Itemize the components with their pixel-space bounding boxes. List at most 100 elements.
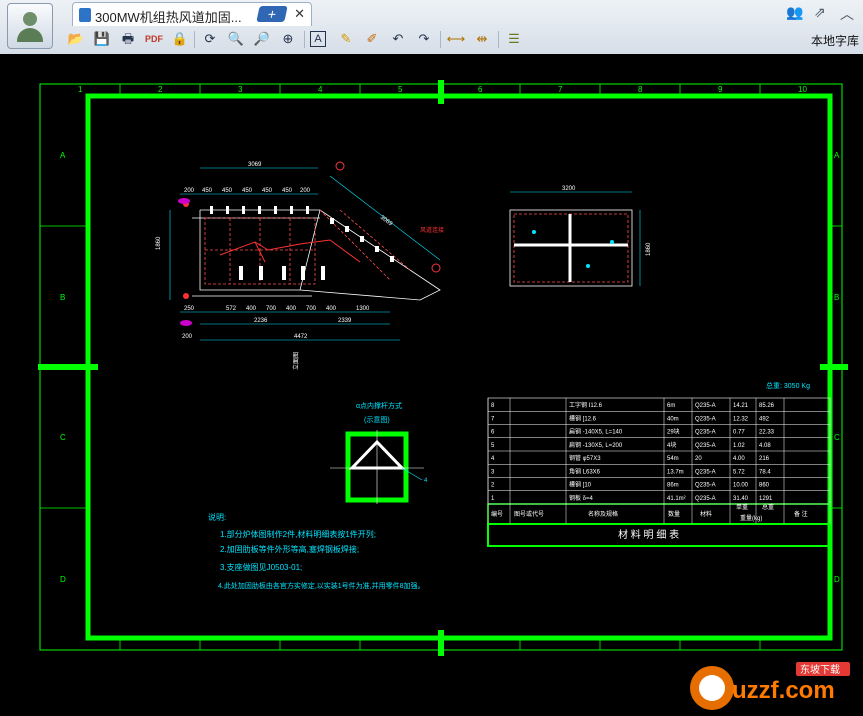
dim-text: 450: [222, 188, 233, 194]
pdf-icon[interactable]: PDF: [144, 29, 164, 49]
grid-col-label: 2: [158, 85, 163, 94]
table-cell: 4块: [667, 441, 676, 449]
detail-subtitle: (示意图): [364, 415, 390, 424]
grid-col-label: 10: [798, 85, 807, 94]
dim-text: 400: [326, 306, 337, 312]
table-cell: Q235-A: [695, 483, 716, 489]
users-icon[interactable]: 👥: [786, 4, 803, 21]
note-item: 4.此处加固肋板由各官方实修定,以实装1号件为准,并用零件8加强。: [218, 581, 425, 590]
toolbar-separator: [498, 31, 499, 48]
table-header: 图号或代号: [514, 510, 544, 518]
redo-icon[interactable]: ↷: [414, 29, 434, 49]
elevation-view: 3069 200 450 450 450 450 450 200 572 400…: [156, 161, 444, 370]
layers-icon[interactable]: ☰: [504, 29, 524, 49]
table-cell: 22.33: [759, 430, 775, 436]
grid-row-label: A: [834, 151, 840, 160]
notes: 说明: 1.部分炉体图制作2件,材料明细表按1件开列; 2.加固肋板等件外形等高…: [208, 512, 425, 590]
save-icon[interactable]: 💾: [92, 29, 112, 49]
table-cell: 5: [491, 443, 495, 449]
table-cell: 4.08: [759, 443, 771, 449]
measure-icon[interactable]: ⟷: [446, 29, 466, 49]
drawing-canvas[interactable]: 1 2 3 4 5 6 7 8 9 10 A B C D A B C D 306…: [0, 54, 863, 710]
table-cell: 85.26: [759, 403, 775, 409]
table-cell: 40m: [667, 416, 679, 422]
dim-text: 200: [300, 188, 311, 194]
table-cell: Q235-A: [695, 430, 716, 436]
new-tab-button[interactable]: +: [256, 6, 288, 22]
table-header: 材料: [700, 510, 712, 518]
zoom-out-icon[interactable]: 🔎: [252, 29, 272, 49]
table-header: 单重: [736, 503, 748, 511]
grid-col-label: 7: [558, 85, 563, 94]
note-item: 2.加固肋板等件外形等高,塞焊钢板焊接;: [220, 544, 359, 554]
table-cell: 角钢 L63X6: [569, 467, 601, 475]
dim-text: 250: [184, 306, 195, 312]
grid-row-label: B: [60, 293, 65, 302]
inner-frame: [85, 93, 833, 641]
dim-text: 2339: [338, 318, 352, 324]
highlighter-icon[interactable]: ✐: [362, 29, 382, 49]
grid-row-label: C: [834, 433, 840, 442]
grid-col-label: 9: [718, 85, 723, 94]
table-cell: 8: [491, 403, 495, 409]
grid-col-label: 1: [78, 85, 83, 94]
dim-text: 572: [226, 306, 237, 312]
table-header: 总重: [762, 503, 774, 511]
table-cell: 扁钢 -140X5, L=140: [569, 428, 623, 436]
print-icon[interactable]: 🖶: [118, 29, 138, 49]
pencil-icon[interactable]: ✎: [336, 29, 356, 49]
lock-icon[interactable]: 🔒: [170, 29, 190, 49]
open-folder-icon[interactable]: 📂: [66, 29, 86, 49]
table-cell: 1291: [759, 496, 773, 502]
dim-text: 400: [246, 306, 257, 312]
table-cell: 1: [491, 496, 495, 502]
collapse-icon[interactable]: ︿: [840, 4, 854, 24]
center-marks: [38, 80, 848, 656]
table-cell: 860: [759, 483, 770, 489]
tab-strip: 300MW机组热风道加固... ✕ +: [62, 0, 863, 26]
zoom-extent-icon[interactable]: ⊕: [278, 29, 298, 49]
dwg-file-icon: [79, 8, 91, 22]
detail-view: α点内撑杆方式 (示意图) 4: [330, 401, 428, 504]
toolbar-separator: [304, 31, 305, 48]
share-icon[interactable]: ⇗: [814, 4, 826, 21]
plan-view: 3200 1860: [509, 186, 652, 287]
table-cell: 6m: [667, 403, 675, 409]
table-cell: 钢板 δ=4: [569, 494, 594, 502]
table-cell: 78.4: [759, 469, 771, 475]
user-avatar-button[interactable]: [7, 3, 53, 49]
font-library-button[interactable]: 本地字库: [811, 32, 859, 49]
side-label: 立面图: [292, 352, 300, 370]
rotate-icon[interactable]: ⟳: [200, 29, 220, 49]
toolbar: 📂 💾 🖶 PDF 🔒 ⟳ 🔍 🔎 ⊕ A ✎ ✐ ↶ ↷ ⟷ ⇹ ☰ 本地字库: [62, 29, 863, 51]
text-tool-icon[interactable]: A: [310, 31, 326, 47]
table-cell: 2: [491, 483, 495, 489]
dim-overall-top: 3069: [248, 162, 262, 168]
undo-icon[interactable]: ↶: [388, 29, 408, 49]
measure-area-icon[interactable]: ⇹: [472, 29, 492, 49]
dim-text: 3200: [562, 186, 576, 192]
table-cell: 槽钢 [10: [569, 481, 592, 489]
table-cell: 10.00: [733, 483, 749, 489]
table-cell: 54m: [667, 456, 679, 462]
close-tab-icon[interactable]: ✕: [294, 6, 305, 22]
table-header: 编号: [491, 510, 503, 518]
table-cell: Q235-A: [695, 416, 716, 422]
note-item: 3.支座做图见J0503-01;: [220, 562, 302, 572]
grid-row-label: D: [60, 575, 66, 584]
table-cell: 13.7m: [667, 469, 684, 475]
table-cell: 86m: [667, 483, 679, 489]
table-cell: 7: [491, 416, 495, 422]
dim-text: 450: [262, 188, 273, 194]
dim-text: 3069: [379, 215, 394, 228]
outer-frame: [39, 83, 843, 651]
zoom-in-icon[interactable]: 🔍: [226, 29, 246, 49]
table-cell: 12.32: [733, 416, 749, 422]
detail-label: 4: [424, 478, 428, 484]
grid-row-label: A: [60, 151, 66, 160]
flag-label: 风道连接: [420, 226, 444, 234]
grid-row-label: C: [60, 433, 66, 442]
detail-title: α点内撑杆方式: [356, 401, 402, 410]
table-header: 备 注: [794, 510, 808, 518]
table-cell: 钢管 φ57X3: [569, 454, 601, 462]
